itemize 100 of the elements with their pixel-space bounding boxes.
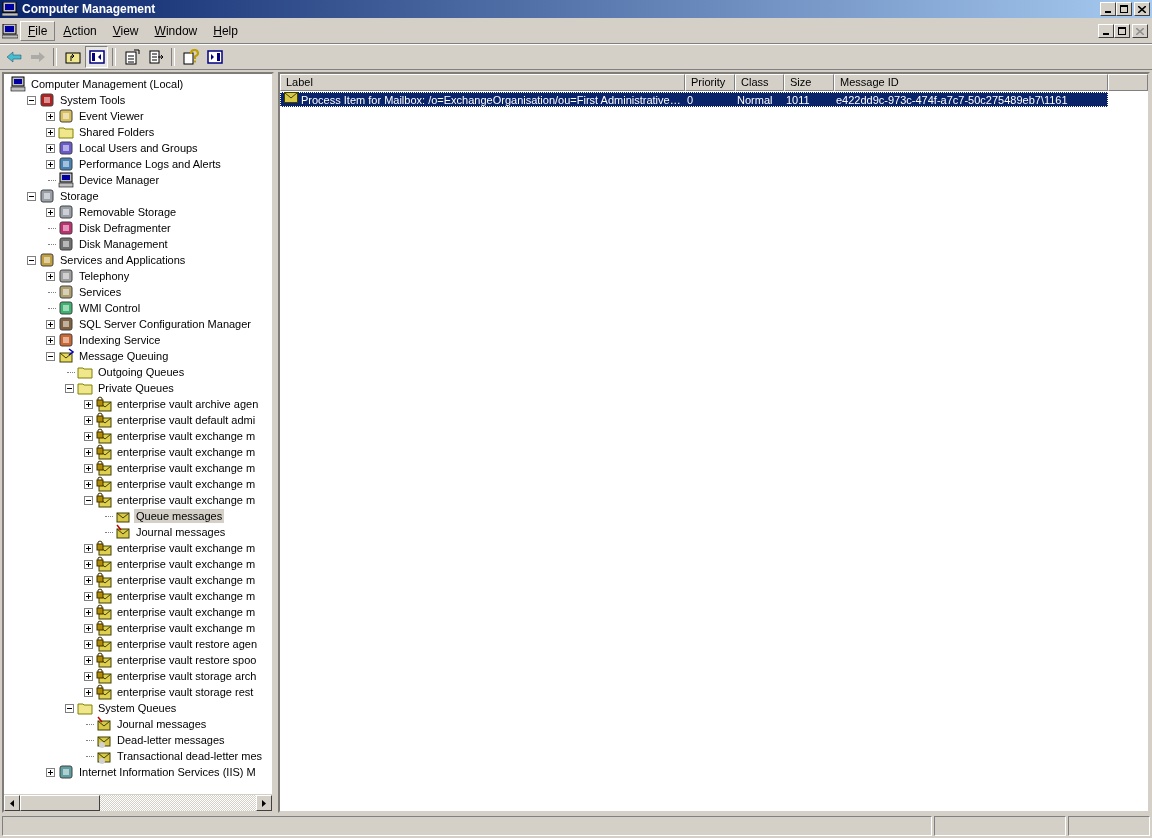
expander-icon[interactable] <box>27 255 36 265</box>
expander-icon[interactable] <box>65 703 74 713</box>
expander-icon[interactable] <box>46 271 55 281</box>
tree-item[interactable]: System Queues <box>96 701 179 715</box>
expander-icon[interactable] <box>84 559 93 569</box>
expander-icon[interactable] <box>46 335 55 345</box>
minimize-button[interactable] <box>1098 24 1114 38</box>
tree-item[interactable]: enterprise vault storage rest <box>115 685 256 699</box>
expander-icon[interactable] <box>84 575 93 585</box>
tree-item[interactable]: Storage <box>58 189 101 203</box>
expander-icon[interactable] <box>46 351 55 361</box>
tree-item[interactable]: enterprise vault exchange m <box>115 477 258 491</box>
scroll-right-button[interactable] <box>256 795 272 811</box>
expander-icon[interactable] <box>27 95 36 105</box>
tree-item[interactable]: Private Queues <box>96 381 176 395</box>
tree-item[interactable]: WMI Control <box>77 301 143 315</box>
expander-icon[interactable] <box>46 159 55 169</box>
tree-item[interactable]: Indexing Service <box>77 333 163 347</box>
tree-item[interactable]: Transactional dead-letter mes <box>115 749 265 763</box>
expander-icon[interactable] <box>84 415 93 425</box>
restore-button[interactable] <box>1116 2 1132 16</box>
column-header[interactable]: Label <box>280 74 685 91</box>
tree-item[interactable]: enterprise vault exchange m <box>115 621 258 635</box>
expander-icon[interactable] <box>46 143 55 153</box>
menu-item[interactable]: File <box>20 21 56 41</box>
expander-icon[interactable] <box>46 319 55 329</box>
tree-item[interactable]: Journal messages <box>134 525 228 539</box>
menu-item[interactable]: Window <box>146 21 206 41</box>
restore-button[interactable] <box>1114 24 1130 38</box>
tree-item[interactable]: enterprise vault restore spoo <box>115 653 259 667</box>
expander-icon[interactable] <box>46 111 55 121</box>
expander-icon[interactable] <box>46 207 55 217</box>
expander-icon[interactable] <box>84 399 93 409</box>
tree-item[interactable]: Performance Logs and Alerts <box>77 157 223 171</box>
expander-icon[interactable] <box>84 543 93 553</box>
tree-item[interactable]: Telephony <box>77 269 132 283</box>
expander-icon[interactable] <box>27 191 36 201</box>
tree-item[interactable]: Disk Defragmenter <box>77 221 173 235</box>
expander-icon[interactable] <box>84 655 93 665</box>
tree-item[interactable]: Message Queuing <box>77 349 171 363</box>
expander-icon[interactable] <box>46 127 55 137</box>
tree-item[interactable]: Removable Storage <box>77 205 179 219</box>
tree-item[interactable]: SQL Server Configuration Manager <box>77 317 253 331</box>
tree-item[interactable]: Journal messages <box>115 717 209 731</box>
scroll-left-button[interactable] <box>4 795 20 811</box>
expander-icon[interactable] <box>84 495 93 505</box>
table-row[interactable]: Process Item for Mailbox: /o=ExchangeOrganisation/ou=First Administrative… 0 Normal 1011 e422dd9c-973c-474f-a7c7-50c275489eb7\1161 <box>280 92 1108 107</box>
tree-item[interactable]: enterprise vault exchange m <box>115 445 258 459</box>
expander-icon[interactable] <box>84 623 93 633</box>
tree-item[interactable]: Services <box>77 285 124 299</box>
tree-item[interactable]: enterprise vault restore agen <box>115 637 260 651</box>
expander-icon[interactable] <box>84 591 93 601</box>
column-header[interactable]: Size <box>784 74 834 91</box>
tree-item[interactable]: enterprise vault exchange m <box>115 557 258 571</box>
column-header[interactable]: Message ID <box>834 74 1108 91</box>
tree-item[interactable]: enterprise vault exchange m <box>115 493 258 507</box>
expander-icon[interactable] <box>84 607 93 617</box>
expander-icon[interactable] <box>84 687 93 697</box>
tree-item[interactable]: Event Viewer <box>77 109 146 123</box>
close-button[interactable] <box>1134 2 1150 16</box>
expander-icon[interactable] <box>84 671 93 681</box>
tree-item[interactable]: enterprise vault exchange m <box>115 573 258 587</box>
tree-item[interactable]: enterprise vault storage arch <box>115 669 259 683</box>
menu-item[interactable]: Help <box>205 21 246 41</box>
expander-icon[interactable] <box>84 447 93 457</box>
tree-item[interactable]: Disk Management <box>77 237 170 251</box>
tree-item[interactable]: Local Users and Groups <box>77 141 200 155</box>
tree-item[interactable]: enterprise vault exchange m <box>115 541 258 555</box>
menu-item[interactable]: Action <box>55 21 105 41</box>
tree-item[interactable]: enterprise vault exchange m <box>115 429 258 443</box>
tree-item[interactable]: enterprise vault archive agen <box>115 397 261 411</box>
expander-icon[interactable] <box>84 639 93 649</box>
tree-item[interactable]: System Tools <box>58 93 128 107</box>
tree-item[interactable]: Dead-letter messages <box>115 733 227 747</box>
folder-icon <box>77 364 93 380</box>
column-header[interactable]: Class <box>735 74 784 91</box>
tree-item[interactable]: Device Manager <box>77 173 162 187</box>
expander-icon[interactable] <box>65 383 74 393</box>
horizontal-scrollbar[interactable] <box>4 794 272 811</box>
scrollbar-thumb[interactable] <box>20 795 100 811</box>
tree-item[interactable]: Outgoing Queues <box>96 365 187 379</box>
tree-item[interactable]: enterprise vault exchange m <box>115 589 258 603</box>
expander-icon[interactable] <box>84 431 93 441</box>
expander-icon[interactable] <box>84 479 93 489</box>
menu-item[interactable]: View <box>104 21 147 41</box>
minimize-button[interactable] <box>1100 2 1116 16</box>
computer-icon[interactable] <box>2 23 18 39</box>
tree-item[interactable]: Queue messages <box>134 509 225 523</box>
tree-item[interactable]: Shared Folders <box>77 125 157 139</box>
tree-item[interactable]: Computer Management (Local) <box>29 77 186 91</box>
envelope-icon <box>284 92 298 103</box>
column-header[interactable]: Priority <box>685 74 735 91</box>
tree-pane-button[interactable] <box>85 46 108 68</box>
tree-item[interactable]: enterprise vault exchange m <box>115 461 258 475</box>
expander-icon[interactable] <box>46 767 55 777</box>
tree-item[interactable]: Services and Applications <box>58 253 188 267</box>
tree-item[interactable]: enterprise vault default admi <box>115 413 258 427</box>
tree-item[interactable]: Internet Information Services (IIS) M <box>77 765 258 779</box>
expander-icon[interactable] <box>84 463 93 473</box>
tree-item[interactable]: enterprise vault exchange m <box>115 605 258 619</box>
